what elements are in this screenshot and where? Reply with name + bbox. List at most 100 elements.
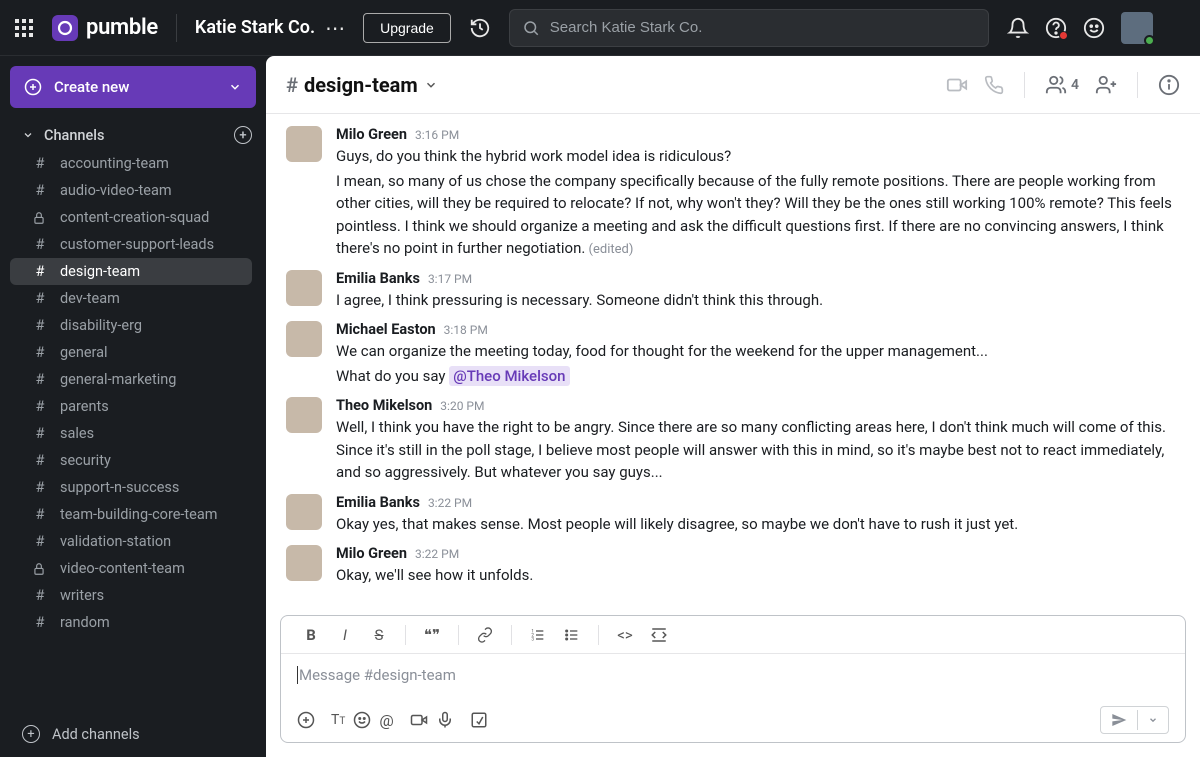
channel-label: design-team bbox=[60, 263, 140, 280]
message-author[interactable]: Theo Mikelson bbox=[336, 397, 432, 414]
channel-label: video-content-team bbox=[60, 560, 185, 577]
help-icon[interactable] bbox=[1045, 17, 1067, 39]
history-icon[interactable] bbox=[469, 17, 491, 39]
send-button[interactable] bbox=[1101, 707, 1137, 733]
message-avatar[interactable] bbox=[286, 545, 322, 581]
channel-item-validation-station[interactable]: #validation-station bbox=[10, 528, 252, 555]
code-button[interactable]: <> bbox=[611, 621, 639, 649]
message: Emilia Banks3:17 PMI agree, I think pres… bbox=[286, 270, 1180, 312]
search-box[interactable] bbox=[509, 9, 989, 47]
channel-item-design-team[interactable]: #design-team bbox=[10, 258, 252, 285]
channel-item-team-building-core-team[interactable]: #team-building-core-team bbox=[10, 501, 252, 528]
channel-item-support-n-success[interactable]: #support-n-success bbox=[10, 474, 252, 501]
message-avatar[interactable] bbox=[286, 494, 322, 530]
audio-call-icon[interactable] bbox=[984, 75, 1004, 95]
mention[interactable]: @Theo Mikelson bbox=[449, 366, 569, 386]
channel-info-icon[interactable] bbox=[1158, 74, 1180, 96]
channel-item-video-content-team[interactable]: video-content-team bbox=[10, 555, 252, 582]
message-text: I agree, I think pressuring is necessary… bbox=[336, 289, 1180, 312]
message-input[interactable]: Message #design-team bbox=[281, 654, 1185, 698]
channel-item-content-creation-squad[interactable]: content-creation-squad bbox=[10, 204, 252, 231]
channel-title[interactable]: # design-team bbox=[286, 73, 438, 97]
upgrade-button[interactable]: Upgrade bbox=[363, 13, 451, 43]
attach-button[interactable] bbox=[297, 711, 315, 729]
channel-item-writers[interactable]: #writers bbox=[10, 582, 252, 609]
message-body: Emilia Banks3:22 PMOkay yes, that makes … bbox=[336, 494, 1180, 536]
emoji-button[interactable] bbox=[353, 711, 371, 729]
message-author[interactable]: Milo Green bbox=[336, 126, 407, 143]
send-options-button[interactable] bbox=[1137, 710, 1168, 730]
video-record-button[interactable] bbox=[410, 711, 428, 729]
brand[interactable]: pumble bbox=[52, 15, 158, 41]
channel-item-general[interactable]: #general bbox=[10, 339, 252, 366]
message-avatar[interactable] bbox=[286, 270, 322, 306]
workspace-switcher[interactable]: Katie Stark Co. ⋯ bbox=[195, 16, 345, 40]
svg-text:3: 3 bbox=[531, 636, 534, 642]
channel-item-dev-team[interactable]: #dev-team bbox=[10, 285, 252, 312]
channel-label: accounting-team bbox=[60, 155, 169, 172]
channel-label: disability-erg bbox=[60, 317, 142, 334]
text-format-button[interactable]: TT bbox=[331, 712, 345, 728]
channels-section-header[interactable]: Channels + bbox=[0, 120, 266, 150]
hash-icon: # bbox=[32, 452, 48, 469]
message: Milo Green3:16 PMGuys, do you think the … bbox=[286, 126, 1180, 260]
members-count[interactable]: 4 bbox=[1045, 74, 1079, 96]
apps-grid-icon[interactable] bbox=[14, 18, 34, 38]
emoji-icon[interactable] bbox=[1083, 17, 1105, 39]
bullet-list-button[interactable] bbox=[558, 621, 586, 649]
code-block-button[interactable] bbox=[645, 621, 673, 649]
message-author[interactable]: Milo Green bbox=[336, 545, 407, 562]
channel-item-sales[interactable]: #sales bbox=[10, 420, 252, 447]
user-avatar[interactable] bbox=[1121, 12, 1153, 44]
add-channel-icon[interactable]: + bbox=[234, 126, 252, 144]
message-author[interactable]: Michael Easton bbox=[336, 321, 436, 338]
search-input[interactable] bbox=[550, 19, 976, 36]
link-button[interactable] bbox=[471, 621, 499, 649]
channel-label: security bbox=[60, 452, 111, 469]
strikethrough-button[interactable]: S bbox=[365, 621, 393, 649]
message-avatar[interactable] bbox=[286, 126, 322, 162]
message-body: Milo Green3:22 PMOkay, we'll see how it … bbox=[336, 545, 1180, 587]
add-channels-button[interactable]: + Add channels bbox=[0, 715, 266, 757]
audio-record-button[interactable] bbox=[436, 711, 454, 729]
hash-icon: # bbox=[32, 344, 48, 361]
message: Emilia Banks3:22 PMOkay yes, that makes … bbox=[286, 494, 1180, 536]
message: Milo Green3:22 PMOkay, we'll see how it … bbox=[286, 545, 1180, 587]
italic-button[interactable]: I bbox=[331, 621, 359, 649]
channel-item-general-marketing[interactable]: #general-marketing bbox=[10, 366, 252, 393]
channel-item-audio-video-team[interactable]: #audio-video-team bbox=[10, 177, 252, 204]
hash-icon: # bbox=[286, 73, 298, 97]
video-call-icon[interactable] bbox=[946, 74, 968, 96]
channel-label: random bbox=[60, 614, 110, 631]
search-container bbox=[509, 9, 989, 47]
quote-button[interactable]: ❝❞ bbox=[418, 621, 446, 649]
message-list: Milo Green3:16 PMGuys, do you think the … bbox=[266, 114, 1200, 615]
main: Create new Channels + #accounting-team#a… bbox=[0, 56, 1200, 757]
more-icon[interactable]: ⋯ bbox=[325, 16, 345, 40]
message-avatar[interactable] bbox=[286, 321, 322, 357]
content-area: # design-team 4 bbox=[266, 56, 1200, 757]
shortcuts-button[interactable] bbox=[470, 711, 488, 729]
message-author[interactable]: Emilia Banks bbox=[336, 270, 420, 287]
channel-item-random[interactable]: #random bbox=[10, 609, 252, 636]
message-time: 3:16 PM bbox=[415, 128, 459, 142]
channel-item-accounting-team[interactable]: #accounting-team bbox=[10, 150, 252, 177]
notifications-icon[interactable] bbox=[1007, 17, 1029, 39]
message-author[interactable]: Emilia Banks bbox=[336, 494, 420, 511]
message-avatar[interactable] bbox=[286, 397, 322, 433]
message-text: Okay, we'll see how it unfolds. bbox=[336, 564, 1180, 587]
add-member-icon[interactable] bbox=[1095, 74, 1117, 96]
create-new-button[interactable]: Create new bbox=[10, 66, 256, 108]
input-placeholder: Message #design-team bbox=[297, 666, 456, 684]
channel-item-disability-erg[interactable]: #disability-erg bbox=[10, 312, 252, 339]
channel-item-customer-support-leads[interactable]: #customer-support-leads bbox=[10, 231, 252, 258]
message-time: 3:22 PM bbox=[428, 496, 472, 510]
channel-item-security[interactable]: # security bbox=[10, 447, 252, 474]
sidebar: Create new Channels + #accounting-team#a… bbox=[0, 56, 266, 757]
bold-button[interactable]: B bbox=[297, 621, 325, 649]
channel-item-parents[interactable]: #parents bbox=[10, 393, 252, 420]
mention-button[interactable]: @ bbox=[379, 711, 393, 730]
hash-icon: # bbox=[32, 425, 48, 442]
ordered-list-button[interactable]: 123 bbox=[524, 621, 552, 649]
lock-icon bbox=[32, 562, 48, 576]
